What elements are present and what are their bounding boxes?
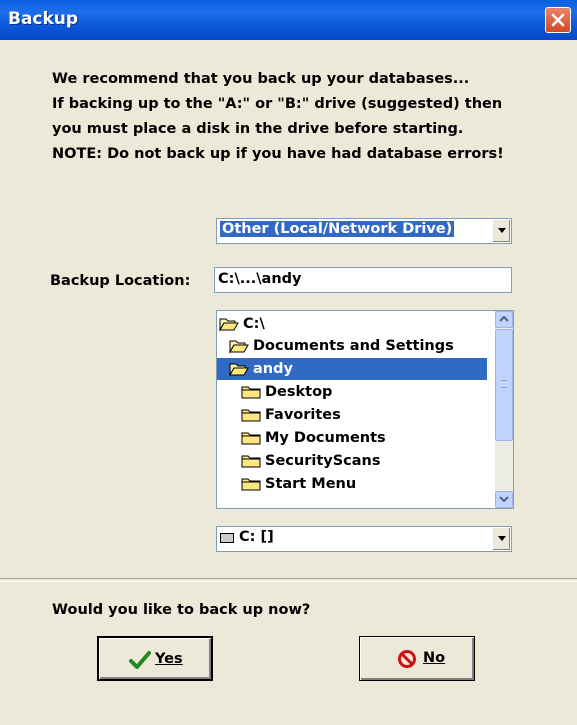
directory-item[interactable]: Favorites <box>241 404 489 426</box>
backup-message: We recommend that you back up your datab… <box>52 67 562 167</box>
cancel-icon <box>398 650 416 668</box>
folder-icon <box>241 409 261 422</box>
directory-item[interactable]: Desktop <box>241 381 489 403</box>
message-line: you must place a disk in the drive befor… <box>52 121 464 137</box>
close-icon <box>551 13 565 27</box>
directory-item[interactable]: SecurityScans <box>241 450 489 472</box>
drive-select[interactable]: C: [] <box>216 526 512 552</box>
title-bar[interactable]: Backup <box>0 0 577 40</box>
chevron-down-icon <box>499 496 509 503</box>
chevron-up-icon <box>499 315 509 322</box>
no-button[interactable]: No <box>359 636 475 681</box>
yes-button[interactable]: Yes <box>97 636 213 681</box>
drive-icon <box>220 533 234 543</box>
checkmark-icon <box>129 651 151 669</box>
backup-question: Would you like to back up now? <box>52 602 311 618</box>
folder-icon <box>241 432 261 445</box>
yes-label: Yes <box>155 651 183 667</box>
scroll-up-button[interactable] <box>495 311 513 328</box>
directory-item-selected[interactable]: andy <box>217 358 487 380</box>
backup-location-field[interactable]: C:\...\andy <box>214 267 512 293</box>
window-title: Backup <box>8 9 79 29</box>
folder-icon <box>241 455 261 468</box>
directory-item[interactable]: C:\ <box>219 313 489 335</box>
folder-open-icon <box>219 318 239 332</box>
chevron-down-icon[interactable] <box>492 528 510 550</box>
chevron-down-icon[interactable] <box>492 220 510 242</box>
backup-dialog: Backup We recommend that you back up you… <box>0 0 577 725</box>
close-button[interactable] <box>545 7 571 33</box>
no-label: No <box>423 650 446 666</box>
message-line: If backing up to the "A:" or "B:" drive … <box>52 96 503 112</box>
drive-type-select[interactable]: Other (Local/Network Drive) <box>216 218 512 244</box>
folder-icon <box>241 478 261 491</box>
folder-icon <box>241 386 261 399</box>
drive-type-value: Other (Local/Network Drive) <box>218 220 456 238</box>
directory-item[interactable]: My Documents <box>241 427 489 449</box>
directory-scrollbar[interactable] <box>495 311 513 508</box>
folder-open-icon <box>229 363 249 377</box>
directory-list[interactable]: C:\ Documents and Settings andy Desktop … <box>216 310 514 509</box>
backup-location-label: Backup Location: <box>50 273 191 289</box>
directory-item[interactable]: Start Menu <box>241 473 489 495</box>
scroll-down-button[interactable] <box>495 491 513 508</box>
scroll-thumb[interactable] <box>495 329 513 441</box>
message-line: We recommend that you back up your datab… <box>52 71 470 87</box>
directory-item[interactable]: Documents and Settings <box>229 335 489 357</box>
folder-open-icon <box>229 340 249 354</box>
divider <box>0 578 577 582</box>
drive-select-value: C: [] <box>239 529 274 545</box>
message-line: NOTE: Do not back up if you have had dat… <box>52 146 504 162</box>
